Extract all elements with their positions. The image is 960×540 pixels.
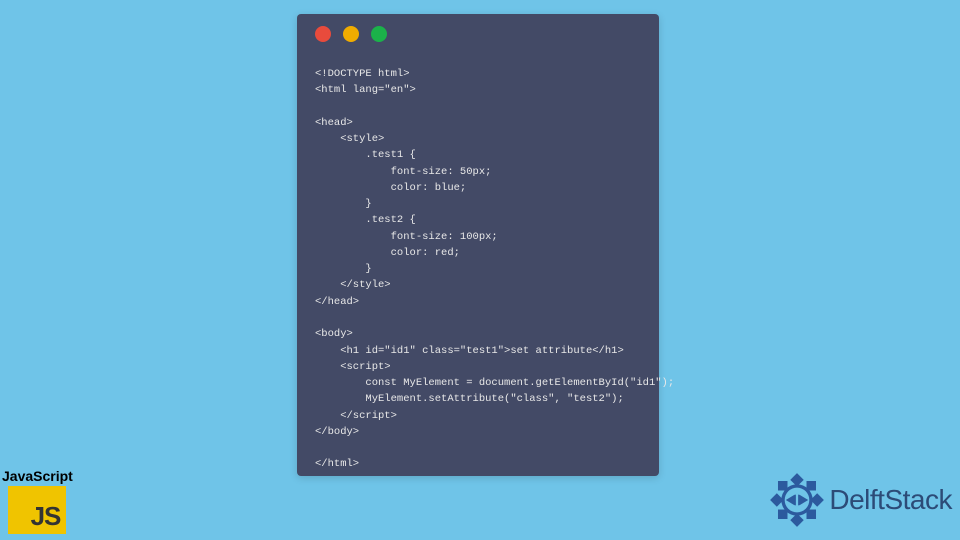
javascript-badge: JavaScript JS (2, 468, 73, 534)
delftstack-brand-text: DelftStack (829, 484, 952, 516)
gear-icon (769, 472, 825, 528)
js-logo-icon: JS (8, 486, 66, 534)
window-titlebar (297, 14, 659, 54)
code-block: <!DOCTYPE html> <html lang="en"> <head> … (297, 54, 659, 485)
delftstack-badge: DelftStack (769, 472, 952, 528)
minimize-dot-icon (343, 26, 359, 42)
close-dot-icon (315, 26, 331, 42)
code-window: <!DOCTYPE html> <html lang="en"> <head> … (297, 14, 659, 476)
js-logo-text: JS (31, 501, 61, 532)
maximize-dot-icon (371, 26, 387, 42)
javascript-label: JavaScript (2, 468, 73, 484)
